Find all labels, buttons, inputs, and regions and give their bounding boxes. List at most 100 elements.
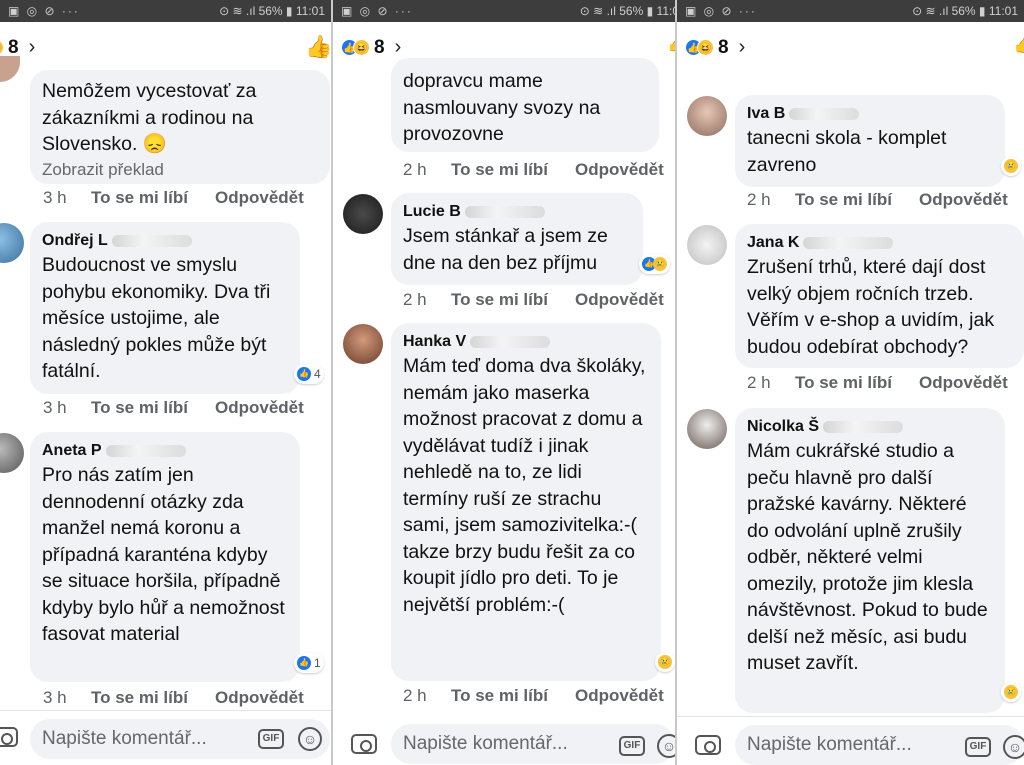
emoji-icon[interactable]: ☺ (657, 734, 675, 758)
avatar[interactable] (687, 225, 727, 265)
like-button[interactable]: To se mi líbí (451, 686, 575, 706)
comment-text: dopravcu mame nasmlouvany svozy na provo… (403, 70, 601, 145)
reaction-badge[interactable]: 👍 4 (294, 364, 324, 384)
reply-button[interactable]: Odpovědět (919, 373, 1008, 393)
like-button[interactable]: To se mi líbí (91, 398, 215, 418)
avatar[interactable] (687, 409, 727, 449)
emoji-icon[interactable]: ☺ (298, 727, 322, 751)
reply-button[interactable]: Odpovědět (919, 190, 1008, 210)
avatar[interactable] (687, 96, 727, 136)
like-button[interactable]: To se mi líbí (451, 160, 575, 180)
comment-time: 2 h (403, 686, 427, 705)
avatar[interactable] (0, 223, 24, 263)
reaction-summary[interactable]: 👍 😆 8 › (685, 36, 745, 59)
avatar[interactable] (343, 194, 383, 234)
see-translation-link[interactable]: Zobrazit překlad (42, 158, 318, 182)
reaction-badge[interactable]: 👍 😢 (639, 254, 670, 274)
commenter-name[interactable]: Iva B (747, 103, 993, 125)
gif-icon[interactable]: GIF (258, 729, 284, 749)
reaction-summary[interactable]: 👍 😆 8 › (341, 36, 401, 59)
commenter-name[interactable]: Jana K (747, 232, 1012, 254)
camera-icon[interactable] (695, 735, 721, 755)
comment-actions: 3 h To se mi líbí Odpovědět (43, 188, 304, 208)
comment-bubble: Hanka V Mám teď doma dva školáky, nemám … (391, 323, 661, 681)
name-redaction (803, 237, 894, 249)
comment-time: 2 h (403, 290, 427, 309)
sad-reaction-icon: 😢 (1004, 159, 1018, 173)
reply-button[interactable]: Odpovědět (215, 188, 304, 208)
comment-text: Mám teď doma dva školáky, nemám jako mas… (403, 355, 646, 616)
like-button[interactable]: To se mi líbí (795, 190, 919, 210)
reaction-badge[interactable]: 👍 1 (294, 653, 324, 673)
comment-bubble: Ondřej L Budoucnost ve smyslu pohybu eko… (30, 222, 300, 394)
like-reaction-icon: 👍 (297, 367, 311, 381)
reply-button[interactable]: Odpovědět (215, 688, 304, 708)
avatar[interactable] (0, 433, 24, 473)
comment-time: 3 h (43, 188, 67, 207)
comment-actions: 2 h To se mi líbí Odpovědět (747, 190, 1008, 210)
status-icons-left: ▣ ◎ ⊘ ··· (685, 4, 757, 18)
gif-icon[interactable]: GIF (965, 737, 991, 757)
reply-button[interactable]: Odpovědět (575, 686, 664, 706)
chevron-right-icon: › (28, 36, 36, 58)
comment-composer-bar: Napište komentář... GIF ☺ (0, 710, 331, 765)
like-post-icon[interactable]: 👍 (305, 34, 331, 60)
status-bar: ▣ ◎ ⊘ ··· ⊙ ≋ .ıl 56% ▮ 11:01 (677, 0, 1024, 22)
comment-composer-bar: Napište komentář... GIF ☺ (333, 716, 675, 765)
comment-text: Nemôžem vycestovať za zákazníkmi a rodin… (42, 80, 257, 155)
like-post-icon[interactable]: 👍 (667, 34, 675, 54)
comment-bubble: dopravcu mame nasmlouvany svozy na provo… (391, 58, 659, 152)
commenter-name[interactable]: Nicolka Š (747, 416, 993, 438)
like-button[interactable]: To se mi líbí (795, 373, 919, 393)
reaction-badge[interactable]: 😢 (655, 652, 675, 672)
comment-time: 3 h (43, 398, 67, 417)
reply-button[interactable]: Odpovědět (575, 290, 664, 310)
status-icons-right: ⊙ ≋ .ıl 56% ▮ 11:0 (579, 4, 675, 18)
haha-reaction-icon: 😆 (0, 39, 4, 56)
commenter-name[interactable]: Hanka V (403, 331, 649, 353)
like-button[interactable]: To se mi líbí (451, 290, 575, 310)
name-redaction (789, 108, 860, 120)
comment-input[interactable]: Napište komentář... (30, 719, 330, 759)
name-redaction (823, 421, 904, 433)
comment-actions: 2 h To se mi líbí Odpovědět (403, 290, 664, 310)
status-icons-right: ⊙ ≋ .ıl 56% ▮ 11:01 (912, 4, 1018, 18)
like-post-icon[interactable]: 👍 (1013, 34, 1024, 55)
comment-actions: 2 h To se mi líbí Odpovědět (747, 373, 1008, 393)
reaction-badge[interactable]: 😢 (1001, 682, 1021, 702)
comment-actions: 2 h To se mi líbí Odpovědět (403, 160, 664, 180)
comment-bubble: Nicolka Š Mám cukrářské studio a peču hl… (735, 408, 1005, 713)
reactions-header: 😆 8 › 👍 (0, 26, 331, 70)
avatar[interactable] (0, 56, 20, 82)
status-icons-left: ▣ ◎ ⊘ ··· (341, 4, 413, 18)
screenshot-panel-3: ▣ ◎ ⊘ ··· ⊙ ≋ .ıl 56% ▮ 11:01 👍 😆 8 › 👍 … (677, 0, 1024, 765)
comment-time: 2 h (747, 373, 771, 392)
like-reaction-icon: 👍 (297, 656, 311, 670)
commenter-name[interactable]: Lucie B (403, 201, 631, 223)
comment-text: Mám cukrářské studio a peču hlavně pro d… (747, 440, 988, 674)
name-redaction (111, 235, 192, 247)
chevron-right-icon: › (394, 36, 402, 58)
commenter-name[interactable]: Ondřej L (42, 230, 288, 252)
camera-icon[interactable] (0, 727, 18, 747)
gif-icon[interactable]: GIF (619, 736, 645, 756)
comment-text: Jsem stánkař a jsem ze dne na den bez př… (403, 225, 608, 274)
commenter-name[interactable]: Aneta P (42, 440, 288, 462)
comment-bubble: Iva B tanecni skola - komplet zavreno (735, 95, 1005, 187)
reaction-badge[interactable]: 😢 (1001, 156, 1021, 176)
haha-reaction-icon: 😆 (353, 39, 370, 56)
comment-text: Zrušení trhů, které dají dost velký obje… (747, 256, 995, 358)
reactions-header: 👍 😆 8 › 👍 (677, 26, 1024, 70)
avatar[interactable] (343, 324, 383, 364)
reply-button[interactable]: Odpovědět (215, 398, 304, 418)
name-redaction (464, 206, 545, 218)
comment-actions: 2 h To se mi líbí Odpovědět (403, 686, 664, 706)
comment-text: Pro nás zatím jen dennodenní otázky zda … (42, 464, 285, 645)
comment-bubble: Lucie B Jsem stánkař a jsem ze dne na de… (391, 193, 643, 285)
emoji-icon[interactable]: ☺ (1003, 735, 1024, 759)
camera-icon[interactable] (351, 734, 377, 754)
reply-button[interactable]: Odpovědět (575, 160, 664, 180)
like-button[interactable]: To se mi líbí (91, 188, 215, 208)
reaction-count: 1 (314, 656, 321, 670)
like-button[interactable]: To se mi líbí (91, 688, 215, 708)
